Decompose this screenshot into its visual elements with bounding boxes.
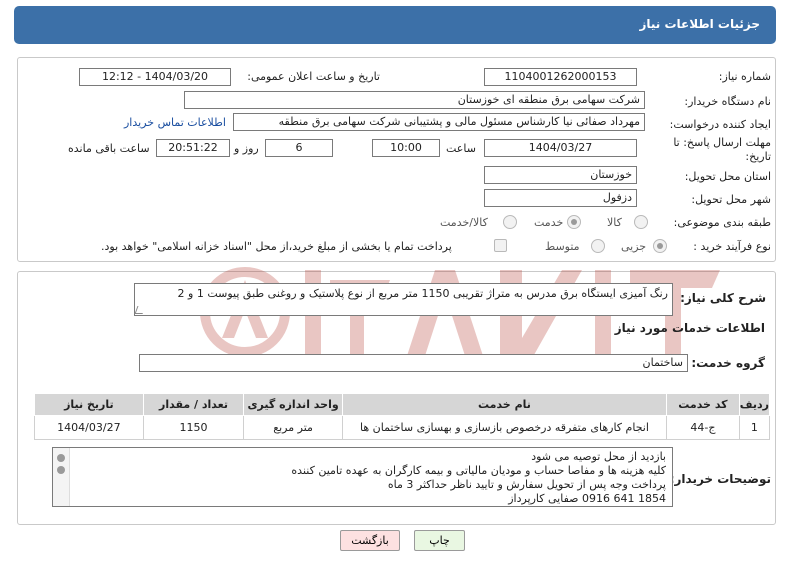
buyer-org-field: شرکت سهامی برق منطقه ای خوزستان	[184, 91, 645, 109]
deadline-label: مهلت ارسال پاسخ: تا تاریخ:	[655, 136, 771, 164]
cell-row: 1	[738, 415, 771, 440]
cell-name: انجام کارهای متفرقه درخصوص بازسازی و بهس…	[341, 415, 668, 440]
note-line: پرداخت وجه پس از تحویل سفارش و تایید ناظ…	[387, 478, 666, 491]
cell-unit: متر مربع	[243, 415, 343, 440]
deadline-label-text: مهلت ارسال پاسخ: تا تاریخ:	[673, 136, 771, 163]
cell-date: 1404/03/27	[34, 415, 144, 440]
notes-scrollbar[interactable]	[53, 448, 70, 506]
city-label: شهر محل تحویل:	[691, 193, 771, 206]
table-header-row: ردیف کد خدمت نام خدمت واحد اندازه گیری ت…	[34, 393, 771, 416]
category-goods-service-option: کالا/خدمت	[440, 216, 488, 229]
category-goods-option: کالا	[607, 216, 622, 229]
cell-code: ج-44	[666, 415, 740, 440]
announce-date-field: 1404/03/20 - 12:12	[79, 68, 231, 86]
category-goods-service-radio[interactable]	[503, 215, 517, 229]
services-table: ردیف کد خدمت نام خدمت واحد اندازه گیری ت…	[34, 393, 771, 440]
category-service-option: خدمت	[534, 216, 564, 229]
col-date: تاریخ نیاز	[34, 393, 144, 416]
deadline-time-label: ساعت	[446, 142, 476, 155]
col-row: ردیف	[738, 393, 771, 416]
province-label: استان محل تحویل:	[684, 170, 771, 183]
col-unit: واحد اندازه گیری	[243, 393, 343, 416]
col-code: کد خدمت	[666, 393, 740, 416]
announce-date-label: تاریخ و ساعت اعلان عمومی:	[247, 70, 380, 83]
scroll-up-icon[interactable]	[57, 454, 65, 462]
deadline-time-field: 10:00	[372, 139, 440, 157]
description-label: شرح کلی نیاز:	[680, 291, 766, 305]
note-line: 1854 641 0916 صفایی کارپرداز	[508, 492, 666, 505]
service-group-label: گروه خدمت:	[691, 356, 765, 370]
page-title: جزئیات اطلاعات نیاز	[639, 17, 760, 31]
category-service-radio[interactable]	[567, 215, 581, 229]
service-group-field: ساختمان	[139, 354, 688, 372]
note-line: بازدید از محل توصیه می شود	[531, 450, 666, 463]
buyer-contact-link[interactable]: اطلاعات تماس خریدار	[124, 116, 226, 129]
services-heading: اطلاعات خدمات مورد نیاز	[614, 321, 765, 335]
scroll-thumb[interactable]	[57, 466, 65, 474]
category-label: طبقه بندی موضوعی:	[673, 216, 771, 229]
days-label: روز و	[234, 142, 259, 155]
col-name: نام خدمت	[341, 393, 668, 416]
province-field: خوزستان	[484, 166, 637, 184]
remaining-days-field: 6	[265, 139, 333, 157]
print-button[interactable]: چاپ	[414, 530, 465, 551]
need-number-field: 1104001262000153	[484, 68, 637, 86]
need-number-label: شماره نیاز:	[718, 70, 771, 83]
buyer-notes-box: بازدید از محل توصیه می شود کلیه هزینه ها…	[52, 447, 673, 507]
cell-qty: 1150	[142, 415, 245, 440]
description-field: رنگ آمیزی ایستگاه برق مدرس به متراژ تقری…	[134, 283, 673, 316]
col-qty: تعداد / مقدار	[142, 393, 245, 416]
page-header: جزئیات اطلاعات نیاز	[14, 6, 776, 44]
remaining-label: ساعت باقی مانده	[68, 142, 150, 155]
note-line: کلیه هزینه ها و مفاصا حساب و مودیان مالی…	[291, 464, 666, 477]
buyer-notes-label: توضیحات خریدار:	[669, 472, 771, 486]
remaining-time-field: 20:51:22	[156, 139, 230, 157]
city-field: دزفول	[484, 189, 637, 207]
deadline-date-field: 1404/03/27	[484, 139, 637, 157]
buyer-org-label: نام دستگاه خریدار:	[684, 95, 771, 108]
creator-field: مهرداد صفائی نیا کارشناس مسئول مالی و پش…	[233, 113, 645, 131]
table-row: 1 ج-44 انجام کارهای متفرقه درخصوص بازساز…	[34, 415, 771, 440]
back-button[interactable]: بازگشت	[340, 530, 400, 551]
creator-label: ایجاد کننده درخواست:	[669, 118, 771, 131]
category-goods-radio[interactable]	[634, 215, 648, 229]
